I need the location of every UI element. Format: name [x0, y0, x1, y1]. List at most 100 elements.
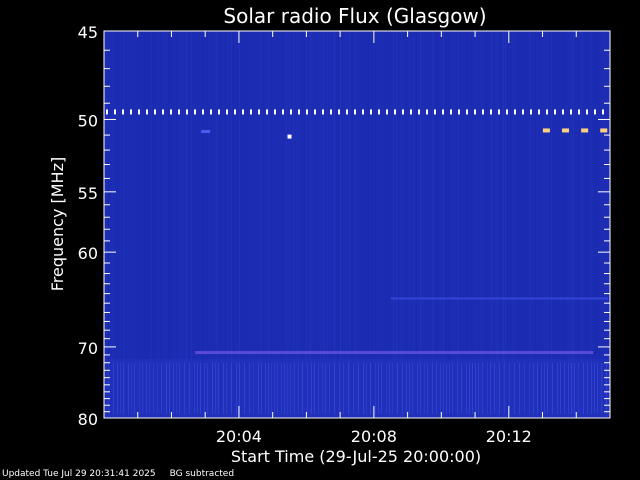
- interference-dot: [194, 109, 196, 115]
- noise-stripe: [281, 362, 282, 414]
- interference-dot: [114, 109, 116, 115]
- interference-dot: [130, 109, 132, 115]
- interference-dot: [378, 109, 380, 115]
- noise-stripe: [318, 362, 319, 414]
- noise-stripe: [417, 362, 418, 414]
- noise-stripe: [113, 362, 114, 414]
- noise-stripe: [504, 362, 505, 414]
- noise-stripe: [461, 362, 462, 414]
- y-tick-label: 55: [78, 184, 98, 203]
- interference-dot: [402, 109, 404, 115]
- noise-stripe: [389, 362, 390, 414]
- noise-stripe: [271, 362, 272, 414]
- noise-stripe: [207, 362, 208, 414]
- blob: [201, 129, 211, 133]
- bright-pulse: [542, 128, 550, 133]
- noise-stripe: [149, 362, 150, 414]
- interference-dot: [298, 109, 300, 115]
- noise-stripe: [472, 362, 473, 414]
- interference-dot: [210, 109, 212, 115]
- noise-stripe: [223, 362, 224, 414]
- noise-stripe: [173, 362, 174, 414]
- noise-stripe: [446, 362, 447, 414]
- interference-dot: [386, 109, 388, 115]
- noise-stripe: [142, 362, 143, 414]
- interference-dot: [242, 109, 244, 115]
- y-tick-label: 60: [78, 244, 98, 263]
- noise-stripe: [268, 362, 269, 414]
- noise-stripe: [406, 362, 407, 414]
- updated-timestamp: Updated Tue Jul 29 20:31:41 2025: [2, 469, 156, 479]
- interference-dot: [330, 109, 332, 115]
- noise-stripe: [490, 362, 491, 414]
- interference-dot: [106, 109, 108, 115]
- noise-stripe: [325, 362, 326, 414]
- noise-stripe: [329, 362, 330, 414]
- noise-stripe: [218, 362, 219, 414]
- interference-dot: [370, 109, 372, 115]
- noise-stripe: [117, 362, 118, 414]
- noise-stripe: [552, 362, 553, 414]
- noise-stripe: [184, 362, 185, 414]
- noise-stripe: [587, 362, 588, 414]
- chart-title: Solar radio Flux (Glasgow): [223, 4, 486, 28]
- interference-dot: [178, 109, 180, 115]
- interference-dot: [474, 109, 476, 115]
- noise-stripe: [432, 362, 433, 414]
- noise-stripe: [302, 362, 303, 414]
- noise-stripe: [386, 362, 387, 414]
- noise-stripe: [436, 362, 437, 414]
- interference-dot: [346, 109, 348, 115]
- interference-dot: [170, 109, 172, 115]
- noise-stripe: [231, 362, 232, 414]
- noise-stripe: [424, 362, 425, 414]
- noise-stripe: [146, 362, 147, 414]
- noise-stripe: [153, 362, 154, 414]
- interference-dot: [594, 109, 596, 115]
- interference-dot: [458, 109, 460, 115]
- noise-stripe: [258, 362, 259, 414]
- noise-stripe: [169, 362, 170, 414]
- footer: Updated Tue Jul 29 20:31:41 2025 BG subtr…: [2, 469, 248, 479]
- noise-stripe: [343, 362, 344, 414]
- interference-dot: [514, 109, 516, 115]
- interference-dot: [314, 109, 316, 115]
- noise-stripe: [294, 362, 295, 414]
- interference-dot: [138, 109, 140, 115]
- noise-stripe: [574, 362, 575, 414]
- interference-dot: [482, 109, 484, 115]
- noise-stripe: [568, 362, 569, 414]
- noise-stripe: [597, 362, 598, 414]
- noise-stripe: [200, 362, 201, 414]
- interference-dot: [234, 109, 236, 115]
- interference-dot: [306, 109, 308, 115]
- bg-subtracted-note: BG subtracted: [169, 469, 235, 479]
- y-tick-label: 45: [78, 23, 98, 42]
- noise-stripe: [128, 362, 129, 414]
- noise-stripe: [564, 362, 565, 414]
- interference-dot: [226, 109, 228, 115]
- bright-pulse: [581, 128, 589, 133]
- noise-stripe: [557, 362, 558, 414]
- noise-stripe: [226, 362, 227, 414]
- interference-dot: [578, 109, 580, 115]
- noise-stripe: [537, 362, 538, 414]
- noise-stripe: [469, 362, 470, 414]
- noise-stripe: [594, 362, 595, 414]
- noise-stripe: [353, 362, 354, 414]
- interference-dot: [506, 109, 508, 115]
- noise-stripe: [358, 362, 359, 414]
- noise-stripe: [591, 362, 592, 414]
- noise-stripe: [236, 362, 237, 414]
- noise-stripe: [290, 362, 291, 414]
- noise-stripe: [519, 362, 520, 414]
- y-axis-label: Frequency [MHz]: [48, 157, 67, 291]
- noise-stripe: [215, 362, 216, 414]
- noise-stripe: [494, 362, 495, 414]
- noise-stripe: [482, 362, 483, 414]
- noise-stripe: [322, 362, 323, 414]
- noise-stripe: [547, 362, 548, 414]
- noise-stripe: [427, 362, 428, 414]
- noise-stripe: [253, 362, 254, 414]
- faint-band: [390, 297, 608, 300]
